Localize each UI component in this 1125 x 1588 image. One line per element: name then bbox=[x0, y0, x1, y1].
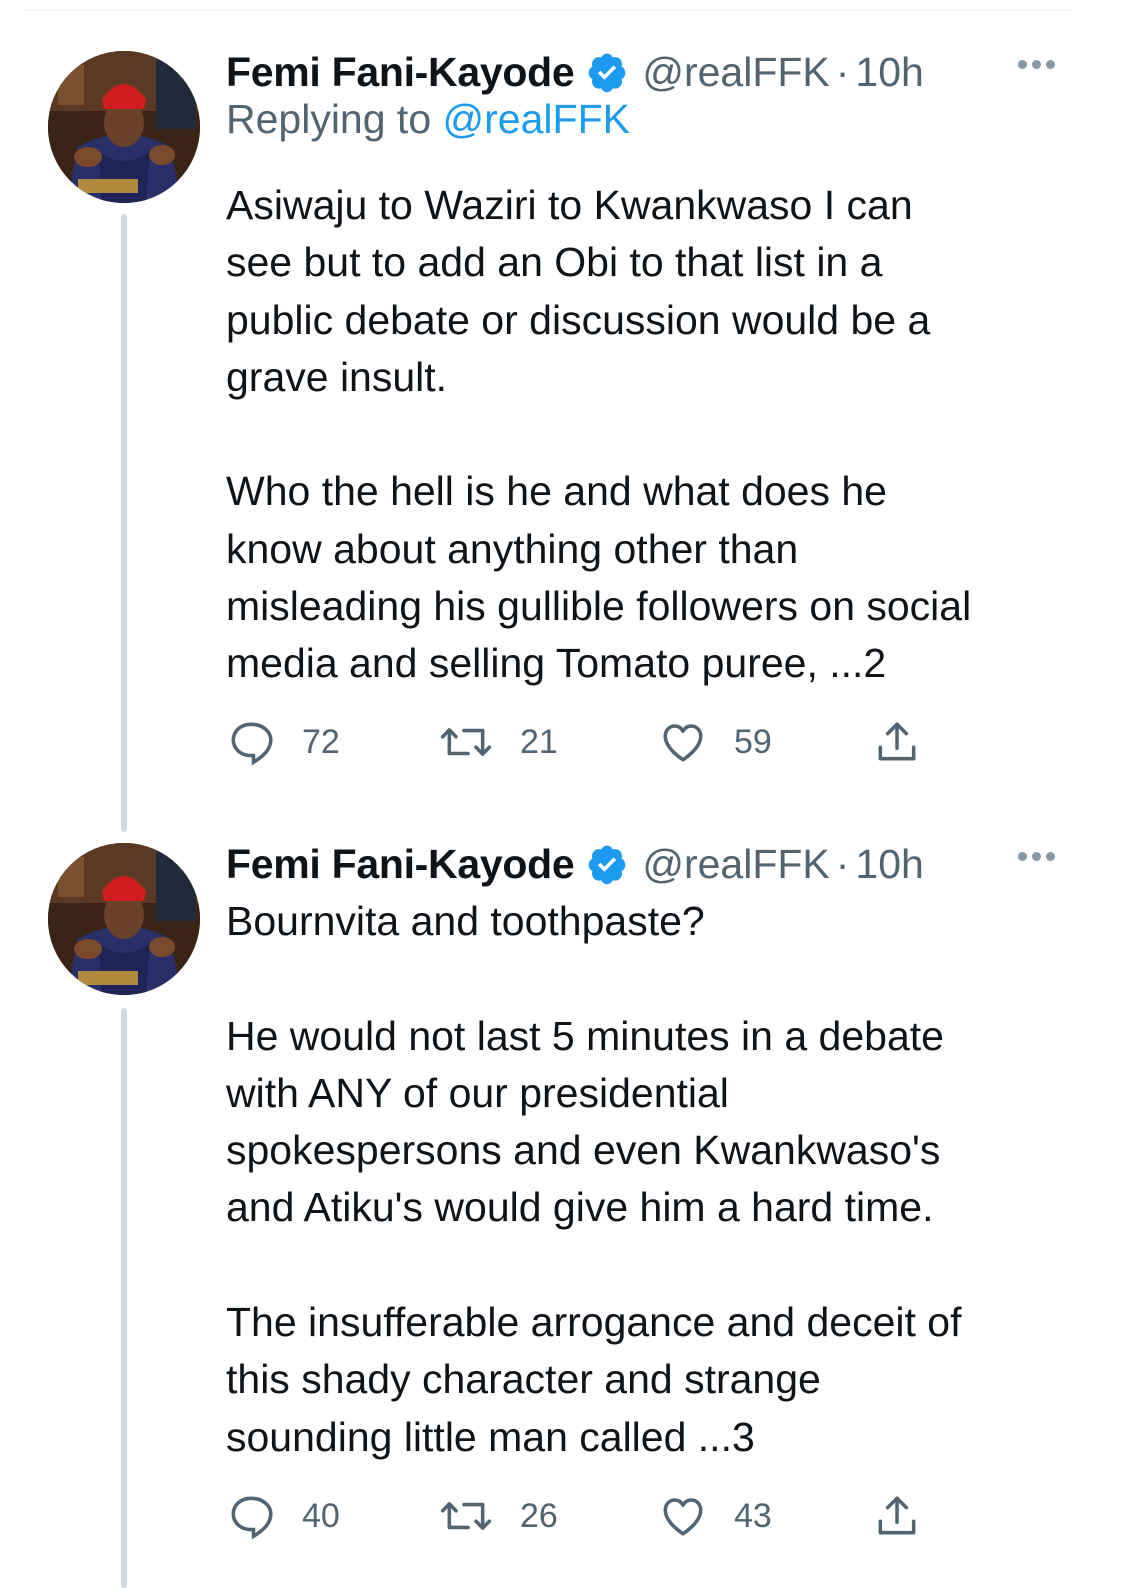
tweet-2[interactable]: Femi Fani-Kayode @realFFK · 10h Bournvit… bbox=[0, 832, 1125, 1588]
text-line: media and selling Tomato puree, ...2 bbox=[226, 640, 887, 687]
text-line: this shady character and strange bbox=[226, 1356, 821, 1403]
like-icon bbox=[663, 1498, 703, 1536]
text-line: Bournvita and toothpaste? bbox=[226, 898, 705, 944]
author-name[interactable]: Femi Fani-Kayode bbox=[226, 841, 575, 888]
reply-button[interactable]: 72 bbox=[226, 716, 340, 768]
action-bar: 72 21 59 bbox=[226, 716, 946, 768]
more-icon[interactable] bbox=[1018, 60, 1055, 69]
reply-count: 40 bbox=[302, 1496, 340, 1535]
text-line: misleading his gullible followers on soc… bbox=[226, 583, 972, 630]
avatar[interactable] bbox=[48, 51, 200, 203]
retweet-icon bbox=[440, 1502, 492, 1530]
share-icon bbox=[878, 1496, 916, 1535]
reply-icon bbox=[231, 1496, 273, 1540]
reply-icon bbox=[231, 722, 273, 766]
text-line: spokespersons and even Kwankwaso's bbox=[226, 1127, 941, 1174]
avatar-photo bbox=[48, 51, 200, 203]
text-line: public debate or discussion would be a bbox=[226, 296, 931, 343]
text-line: and Atiku's would give him a hard time. bbox=[226, 1184, 934, 1231]
like-count: 59 bbox=[734, 722, 772, 761]
tweet-1[interactable]: Femi Fani-Kayode @realFFK · 10h Replying… bbox=[0, 40, 1125, 832]
text-line: see but to add an Obi to that list in a bbox=[226, 239, 883, 286]
timestamp[interactable]: 10h bbox=[855, 841, 923, 888]
retweet-icon bbox=[440, 728, 492, 756]
like-icon bbox=[663, 724, 703, 762]
verified-badge-icon bbox=[586, 843, 628, 885]
timestamp[interactable]: 10h bbox=[855, 49, 923, 96]
replying-to: Replying to @realFFK bbox=[226, 96, 630, 143]
share-button[interactable] bbox=[872, 1490, 922, 1542]
retweet-count: 21 bbox=[520, 722, 558, 761]
reply-count: 72 bbox=[302, 722, 340, 761]
text-line: with ANY of our presidential bbox=[226, 1069, 729, 1116]
retweet-button[interactable]: 26 bbox=[438, 1490, 558, 1542]
share-button[interactable] bbox=[872, 716, 922, 768]
avatar-photo bbox=[48, 843, 200, 995]
like-button[interactable]: 43 bbox=[658, 1490, 772, 1542]
text-line: know about anything other than bbox=[226, 525, 799, 572]
retweet-button[interactable]: 21 bbox=[438, 716, 558, 768]
thread-line bbox=[121, 214, 127, 832]
tweet-header: Femi Fani-Kayode @realFFK · 10h bbox=[226, 42, 924, 102]
like-count: 43 bbox=[734, 1496, 772, 1535]
share-icon bbox=[878, 722, 916, 761]
reply-button[interactable]: 40 bbox=[226, 1490, 340, 1542]
avatar[interactable] bbox=[48, 843, 200, 995]
text-line: sounding little man called ...3 bbox=[226, 1413, 755, 1460]
like-button[interactable]: 59 bbox=[658, 716, 772, 768]
text-line: The insufferable arrogance and deceit of bbox=[226, 1299, 962, 1346]
author-handle[interactable]: @realFFK bbox=[642, 841, 829, 888]
tweet-text: Asiwaju to Waziri to Kwankwaso I can see… bbox=[226, 177, 1086, 693]
separator-dot: · bbox=[835, 840, 850, 887]
tweet-header: Femi Fani-Kayode @realFFK · 10h bbox=[226, 834, 924, 894]
verified-badge-icon bbox=[586, 51, 628, 93]
action-bar: 40 26 43 bbox=[226, 1490, 946, 1542]
text-line: Asiwaju to Waziri to Kwankwaso I can bbox=[226, 182, 913, 228]
thread-line bbox=[121, 1008, 127, 1588]
tweet-text: Bournvita and toothpaste? He would not l… bbox=[226, 893, 1086, 1466]
separator-dot: · bbox=[835, 48, 850, 95]
text-line: He would not last 5 minutes in a debate bbox=[226, 1012, 944, 1059]
retweet-count: 26 bbox=[520, 1496, 558, 1535]
replying-to-label: Replying to bbox=[226, 96, 432, 142]
text-line: grave insult. bbox=[226, 353, 448, 400]
more-icon[interactable] bbox=[1018, 852, 1055, 861]
text-line: Who the hell is he and what does he bbox=[226, 468, 887, 515]
replying-to-mention[interactable]: @realFFK bbox=[443, 96, 630, 142]
top-divider bbox=[24, 0, 1073, 11]
author-name[interactable]: Femi Fani-Kayode bbox=[226, 49, 575, 96]
author-handle[interactable]: @realFFK bbox=[642, 49, 829, 96]
